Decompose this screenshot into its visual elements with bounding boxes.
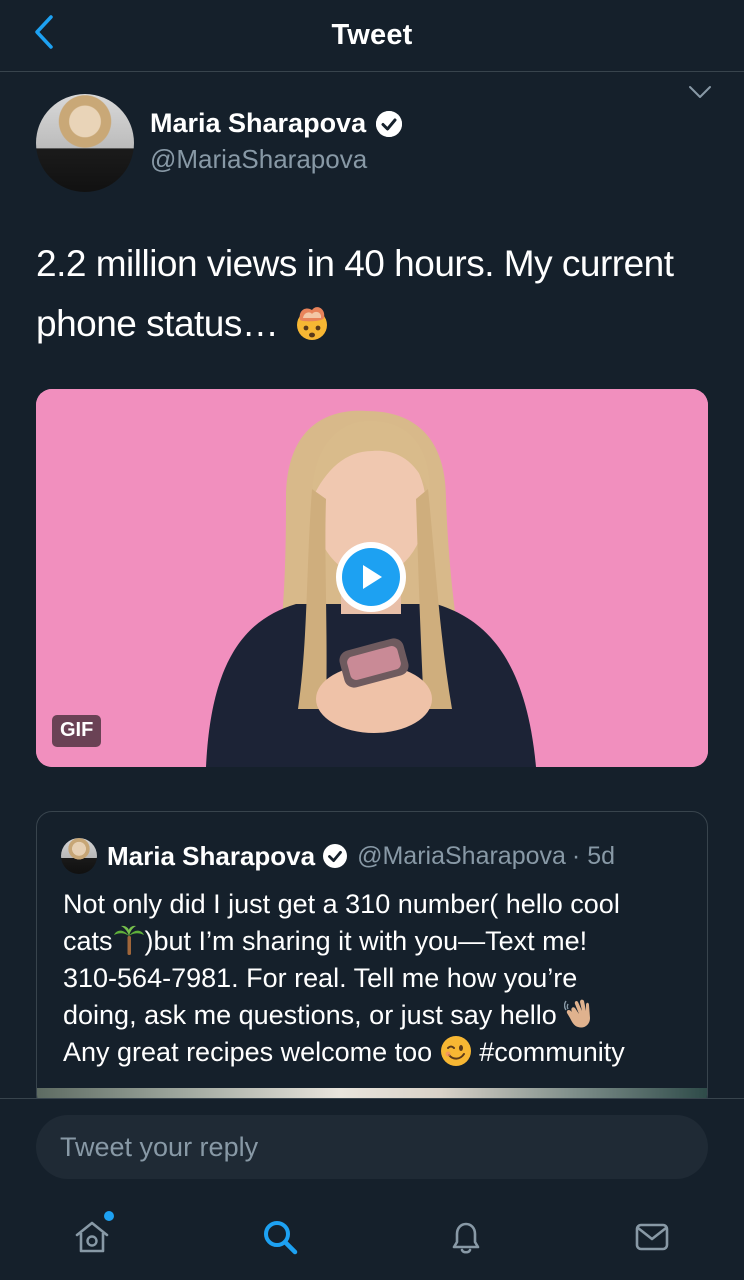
play-icon	[342, 548, 400, 606]
winking-face-icon	[440, 1036, 471, 1066]
avatar	[61, 838, 97, 874]
quote-text-line: doing, ask me questions, or just say hel…	[63, 997, 693, 1034]
quote-text-line: Any great recipes welcome too #community	[63, 1034, 693, 1071]
hashtag-link[interactable]: #community	[479, 1037, 625, 1067]
author-name-row: Maria Sharapova	[150, 108, 403, 139]
quote-text-line: cats )but I’m sharing it with you—Text m…	[63, 923, 693, 960]
tweet-text-line: 2.2 million views in 40 hours. My curren…	[36, 243, 674, 284]
tweet-text-line-content: phone status…	[36, 303, 279, 344]
notification-dot	[104, 1211, 114, 1221]
chevron-down-icon	[689, 86, 711, 98]
tab-search[interactable]	[256, 1213, 304, 1261]
tweet-text-line: phone status…	[36, 294, 716, 354]
bell-icon	[452, 1222, 480, 1254]
quoted-tweet-age: · 5d	[571, 841, 616, 870]
verified-badge-icon	[323, 844, 348, 868]
quote-text-segment: doing, ask me questions, or just say hel…	[63, 1000, 557, 1030]
mail-icon	[635, 1223, 669, 1251]
tweet-menu-button[interactable]	[686, 80, 714, 104]
exploding-head-icon	[297, 307, 328, 340]
quote-text-segment: Any great recipes welcome too	[63, 1037, 433, 1067]
reply-input[interactable]	[36, 1115, 708, 1179]
tab-bar	[0, 1203, 744, 1273]
bottom-bar	[0, 1098, 744, 1280]
search-icon	[264, 1221, 298, 1255]
play-button[interactable]	[336, 542, 406, 612]
quote-text-line: Not only did I just get a 310 number( he…	[63, 889, 620, 919]
quoted-tweet[interactable]: Maria Sharapova @MariaSharapova · 5d Not…	[36, 811, 708, 1111]
avatar[interactable]	[36, 94, 134, 192]
page-title: Tweet	[331, 19, 413, 51]
tweet-author[interactable]: Maria Sharapova @MariaSharapova	[36, 94, 676, 192]
tab-notifications[interactable]	[442, 1213, 490, 1261]
gif-badge: GIF	[52, 715, 102, 747]
home-icon	[75, 1221, 109, 1253]
waving-hand-icon	[564, 999, 591, 1028]
quoted-author-handle: @MariaSharapova	[357, 841, 566, 870]
quoted-author-name: Maria Sharapova	[107, 840, 316, 871]
quoted-tweet-header: Maria Sharapova @MariaSharapova · 5d	[61, 838, 701, 874]
tweet-media-gif[interactable]: GIF	[36, 389, 708, 767]
chevron-left-icon	[35, 15, 53, 49]
verified-badge-icon	[376, 110, 403, 137]
author-name: Maria Sharapova	[150, 108, 367, 138]
back-button[interactable]	[26, 14, 62, 50]
quoted-tweet-text: Not only did I just get a 310 number( he…	[63, 886, 693, 1071]
tab-messages[interactable]	[628, 1213, 676, 1261]
author-handle: @MariaSharapova	[150, 144, 368, 174]
quote-text-segment: cats	[63, 926, 113, 956]
palm-tree-icon	[113, 925, 144, 955]
quote-text-line: 310-564-7981. For real. Tell me how you’…	[63, 963, 578, 993]
quote-text-segment: )but I’m sharing it with you—Text me!	[144, 926, 588, 956]
top-bar: Tweet	[0, 0, 744, 72]
tweet-text: 2.2 million views in 40 hours. My curren…	[36, 234, 716, 354]
